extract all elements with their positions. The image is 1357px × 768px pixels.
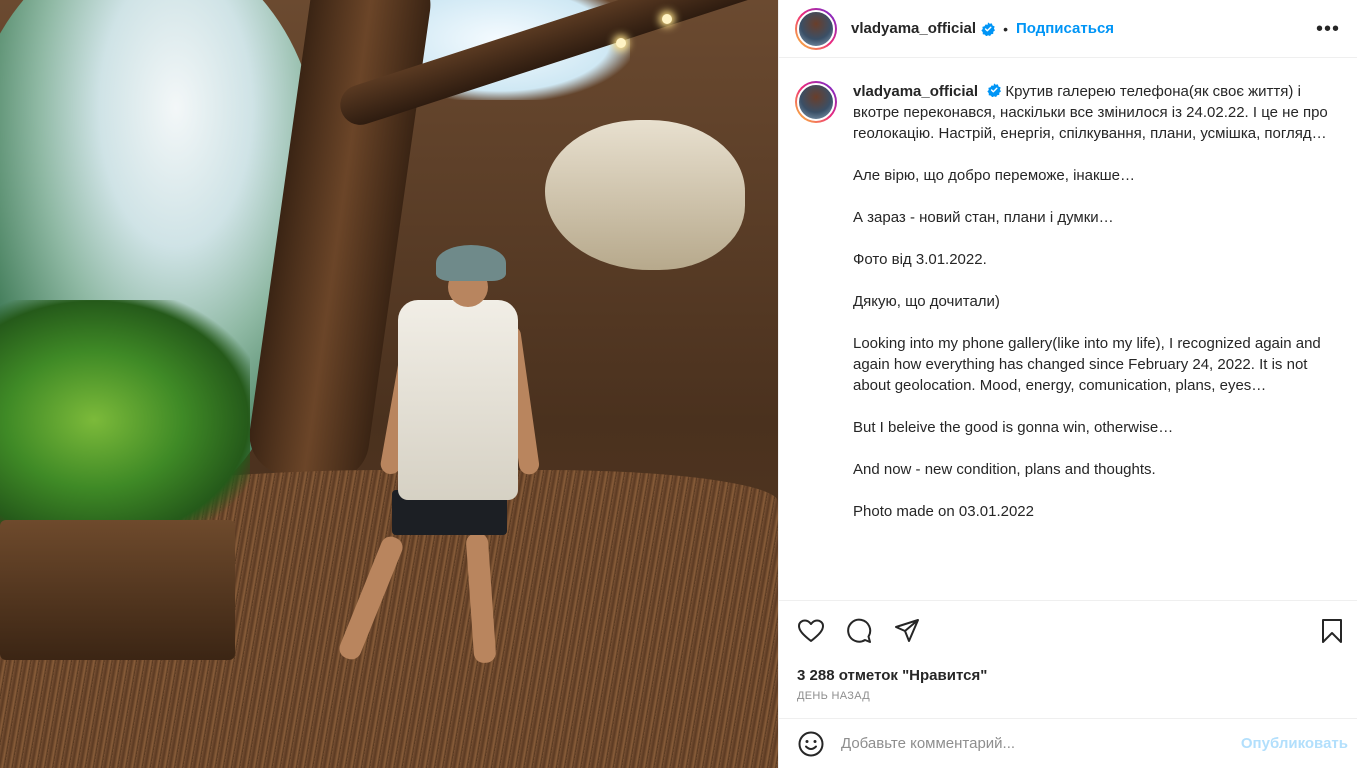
- caption-paragraph: And now - new condition, plans and thoug…: [853, 461, 1156, 478]
- caption-text: vladyama_official Крутив галерею телефон…: [853, 81, 1331, 522]
- bookmark-icon[interactable]: [1318, 617, 1346, 645]
- caption-avatar[interactable]: [795, 81, 837, 123]
- avatar[interactable]: [795, 7, 837, 50]
- post-side-panel: vladyama_official • Подписаться ••• vlad…: [778, 0, 1357, 768]
- caption-paragraph: Looking into my phone gallery(like into …: [853, 335, 1321, 394]
- photo-shell-structure: [545, 120, 745, 270]
- heart-icon[interactable]: [797, 617, 825, 645]
- likes-count[interactable]: 3 288 отметок "Нравится": [797, 667, 987, 684]
- share-icon[interactable]: [893, 617, 921, 645]
- photo-light: [616, 38, 626, 48]
- caption-paragraph: Фото від 3.01.2022.: [853, 251, 987, 268]
- caption-area: vladyama_official Крутив галерею телефон…: [779, 59, 1357, 599]
- post-photo[interactable]: [0, 0, 778, 768]
- caption-username[interactable]: vladyama_official: [853, 83, 978, 100]
- separator-dot: •: [1003, 20, 1008, 37]
- post-header: vladyama_official • Подписаться •••: [779, 0, 1357, 58]
- follow-button[interactable]: Подписаться: [1016, 20, 1114, 37]
- caption-paragraph: Photo made on 03.01.2022: [853, 503, 1034, 520]
- publish-button[interactable]: Опубликовать: [1241, 735, 1348, 752]
- post-timestamp[interactable]: ДЕНЬ НАЗАД: [797, 690, 870, 702]
- header-username[interactable]: vladyama_official: [851, 20, 976, 37]
- more-icon[interactable]: •••: [1316, 18, 1340, 40]
- emoji-icon[interactable]: [797, 730, 825, 758]
- verified-badge-icon: [987, 83, 1002, 97]
- comment-icon[interactable]: [845, 617, 873, 645]
- caption-paragraph: But I beleive the good is gonna win, oth…: [853, 419, 1174, 436]
- verified-badge-icon: [981, 21, 996, 36]
- caption-paragraph: Дякую, що дочитали): [853, 293, 1000, 310]
- photo-planter: [0, 520, 235, 660]
- caption-paragraph: А зараз - новий стан, плани і думки…: [853, 209, 1114, 226]
- photo-plants: [0, 300, 250, 540]
- comment-bar: Опубликовать: [779, 718, 1357, 768]
- photo-person: [320, 245, 541, 675]
- caption-paragraph: Але вірю, що добро переможе, інакше…: [853, 167, 1135, 184]
- comment-input[interactable]: [841, 735, 1221, 752]
- photo-light: [662, 14, 672, 24]
